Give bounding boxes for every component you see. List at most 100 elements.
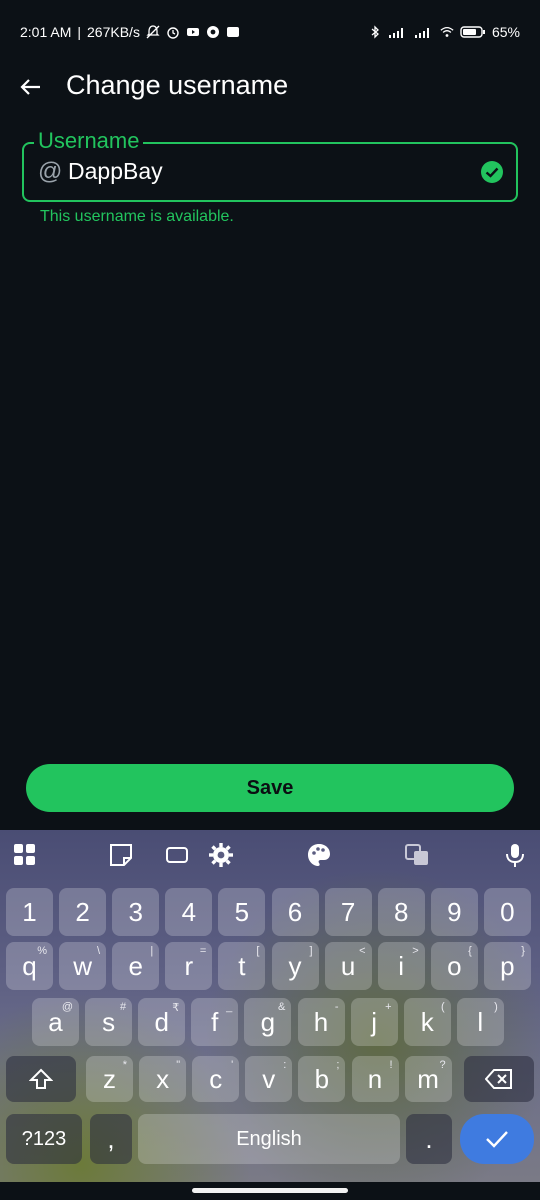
comma-key[interactable]: , bbox=[90, 1114, 132, 1164]
status-divider: | bbox=[77, 24, 82, 40]
key-h[interactable]: h- bbox=[297, 998, 345, 1046]
key-label: t bbox=[238, 950, 246, 981]
check-circle-icon bbox=[481, 161, 503, 183]
key-k[interactable]: k( bbox=[403, 998, 451, 1046]
home-indicator[interactable] bbox=[192, 1188, 348, 1193]
backspace-key[interactable] bbox=[464, 1056, 534, 1102]
key-o[interactable]: o{ bbox=[430, 942, 478, 990]
key-t[interactable]: t[ bbox=[218, 942, 266, 990]
key-n[interactable]: n! bbox=[351, 1056, 399, 1102]
availability-helper: This username is available. bbox=[40, 208, 234, 225]
at-prefix: @ bbox=[38, 158, 63, 185]
key-label: i bbox=[398, 950, 405, 981]
key-label: v bbox=[262, 1063, 276, 1094]
key-u[interactable]: u < bbox=[324, 942, 372, 990]
key-3[interactable]: 3 bbox=[112, 888, 160, 936]
back-arrow-icon[interactable] bbox=[18, 74, 44, 100]
key-hint: > bbox=[412, 945, 419, 957]
key-hint: ( bbox=[441, 1001, 445, 1013]
checkmark-icon bbox=[486, 1131, 508, 1148]
shift-arrow-icon bbox=[29, 1068, 53, 1089]
shift-key[interactable] bbox=[6, 1056, 76, 1102]
key-4[interactable]: 4 bbox=[165, 888, 213, 936]
key-l[interactable]: l) bbox=[456, 998, 504, 1046]
backspace-icon bbox=[485, 1069, 512, 1089]
key-1[interactable]: 1 bbox=[6, 888, 53, 936]
page-title: Change username bbox=[66, 70, 289, 100]
microphone-icon[interactable] bbox=[502, 842, 528, 868]
gif-icon[interactable] bbox=[164, 842, 190, 868]
key-hint: ] bbox=[309, 945, 313, 957]
key-label: 7 bbox=[340, 896, 356, 927]
key-0[interactable]: 0 bbox=[483, 888, 531, 936]
username-label: Username bbox=[34, 128, 144, 154]
key-label: y bbox=[288, 950, 302, 981]
signal-2-icon bbox=[414, 28, 429, 38]
key-hint: # bbox=[119, 1001, 127, 1013]
key-hint: + bbox=[385, 1001, 392, 1013]
key-m[interactable]: m? bbox=[404, 1056, 452, 1102]
save-button[interactable]: Save bbox=[26, 764, 514, 812]
sticker-icon[interactable] bbox=[108, 842, 134, 868]
key-w[interactable]: w \ bbox=[59, 942, 107, 990]
key-g[interactable]: g & bbox=[244, 998, 292, 1046]
key-c[interactable]: c ' bbox=[192, 1056, 240, 1102]
key-hint: ; bbox=[336, 1059, 340, 1071]
key-hint: * bbox=[122, 1059, 127, 1071]
key-hint: & bbox=[278, 1001, 286, 1013]
space-key[interactable]: English bbox=[138, 1114, 400, 1164]
key-x[interactable]: x " bbox=[139, 1056, 187, 1102]
bluetooth-icon bbox=[371, 25, 379, 39]
key-6[interactable]: 6 bbox=[271, 888, 319, 936]
key-hint: ₹ bbox=[172, 1002, 180, 1014]
key-9[interactable]: 9 bbox=[430, 888, 478, 936]
key-i[interactable]: i > bbox=[377, 942, 425, 990]
key-hint: % bbox=[37, 945, 47, 957]
key-hint: ? bbox=[439, 1059, 446, 1071]
key-hint: [ bbox=[256, 945, 260, 957]
key-label: j bbox=[371, 1006, 377, 1037]
key-z[interactable]: z * bbox=[86, 1056, 133, 1102]
key-label: n bbox=[367, 1063, 383, 1094]
key-p[interactable]: p} bbox=[483, 942, 531, 990]
key-label: 9 bbox=[447, 896, 462, 927]
network-speed: 267KB/s bbox=[87, 24, 140, 40]
status-left: 2:01 AM | 267KB/s bbox=[20, 24, 240, 40]
palette-icon[interactable] bbox=[306, 842, 332, 868]
key-label: o bbox=[447, 950, 462, 981]
key-a[interactable]: a @ bbox=[32, 998, 79, 1046]
translate-icon[interactable] bbox=[404, 842, 430, 868]
key-label: 2 bbox=[75, 896, 90, 927]
key-y[interactable]: y] bbox=[271, 942, 319, 990]
apps-grid-icon[interactable] bbox=[12, 842, 38, 868]
period-key[interactable]: . bbox=[406, 1114, 452, 1164]
key-5[interactable]: 5 bbox=[218, 888, 266, 936]
app-notification-icon bbox=[226, 27, 239, 37]
key-f[interactable]: f _ bbox=[191, 998, 239, 1046]
username-input[interactable] bbox=[68, 154, 448, 188]
key-8[interactable]: 8 bbox=[377, 888, 425, 936]
key-v[interactable]: v: bbox=[245, 1056, 293, 1102]
key-q[interactable]: q% bbox=[6, 942, 53, 990]
enter-key[interactable] bbox=[460, 1114, 534, 1164]
key-label: s bbox=[102, 1006, 116, 1037]
symbols-key[interactable]: ?123 bbox=[6, 1114, 82, 1164]
key-hint: _ bbox=[226, 1001, 233, 1013]
key-7[interactable]: 7 bbox=[324, 888, 372, 936]
key-r[interactable]: r = bbox=[165, 942, 213, 990]
key-s[interactable]: s # bbox=[85, 998, 133, 1046]
key-label: x bbox=[156, 1063, 170, 1094]
key-label: c bbox=[209, 1063, 223, 1094]
key-label: 6 bbox=[287, 896, 303, 927]
key-hint: = bbox=[199, 945, 207, 957]
key-b[interactable]: b; bbox=[298, 1056, 346, 1102]
key-e[interactable]: e | bbox=[112, 942, 160, 990]
settings-gear-icon[interactable] bbox=[208, 842, 234, 868]
key-d[interactable]: d ₹ bbox=[138, 998, 186, 1046]
key-hint: \ bbox=[97, 945, 101, 957]
youtube-icon bbox=[186, 28, 199, 36]
key-label: k bbox=[420, 1006, 434, 1037]
key-2[interactable]: 2 bbox=[59, 888, 107, 936]
key-j[interactable]: j + bbox=[350, 998, 398, 1046]
key-hint: ' bbox=[231, 1059, 234, 1071]
